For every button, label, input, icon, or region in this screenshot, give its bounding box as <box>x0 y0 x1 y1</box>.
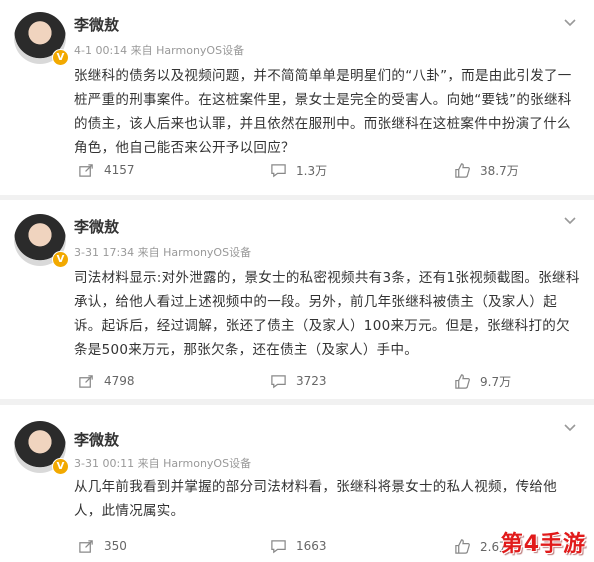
post-text: 张继科的债务以及视频问题，并不简简单单是明星们的“八卦”，而是由此引发了一桩严重… <box>74 68 572 156</box>
repost-button[interactable]: 350 <box>78 535 127 557</box>
verified-badge-icon: V <box>52 251 69 268</box>
like-button[interactable]: 9.7万 <box>454 370 511 392</box>
chevron-down-icon[interactable] <box>562 212 578 228</box>
post-meta: 4-1 00:14 来自 HarmonyOS设备 <box>74 44 245 57</box>
verified-badge-icon: V <box>52 458 69 475</box>
verified-badge-icon: V <box>52 49 69 66</box>
repost-count: 4798 <box>104 374 135 388</box>
repost-button[interactable]: 4157 <box>78 159 135 181</box>
post-card: V 李微敖 4-1 00:14 来自 HarmonyOS设备 张继科的债务以及视… <box>0 0 594 195</box>
comment-icon <box>271 539 286 553</box>
post-text: 从几年前我看到并掌握的部分司法材料看，张继科将景女士的私人视频，传给他人，此情况… <box>74 479 557 519</box>
repost-count: 4157 <box>104 163 135 177</box>
like-count: 38.7万 <box>480 163 519 178</box>
repost-button[interactable]: 4798 <box>78 370 135 392</box>
comment-button[interactable]: 1.3万 <box>270 159 327 181</box>
repost-icon <box>79 374 93 388</box>
like-icon <box>455 162 470 178</box>
repost-count: 350 <box>104 539 127 553</box>
post-card: V 李微敖 3-31 17:34 来自 HarmonyOS设备 司法材料显示:对… <box>0 200 594 399</box>
like-icon <box>455 538 470 554</box>
action-bar: 4798 3723 9.7万 <box>74 370 580 392</box>
comment-count: 1663 <box>296 539 327 553</box>
chevron-down-icon[interactable] <box>562 14 578 30</box>
post-text: 司法材料显示:对外泄露的，景女士的私密视频共有3条，还有1张视频截图。张继科承认… <box>74 270 580 358</box>
repost-icon <box>79 163 93 177</box>
repost-icon <box>79 539 93 553</box>
watermark-logo: 第4手游 <box>500 532 586 557</box>
like-count: 9.7万 <box>480 374 512 389</box>
comment-icon <box>271 374 286 388</box>
author-name[interactable]: 李微敖 <box>74 216 119 237</box>
chevron-down-icon[interactable] <box>562 419 578 435</box>
action-bar: 4157 1.3万 38.7万 <box>74 159 580 181</box>
post-meta: 3-31 17:34 来自 HarmonyOS设备 <box>74 246 252 259</box>
comment-count: 1.3万 <box>296 163 328 178</box>
comment-button[interactable]: 3723 <box>270 370 327 392</box>
like-icon <box>455 373 470 389</box>
post-meta: 3-31 00:11 来自 HarmonyOS设备 <box>74 457 252 470</box>
author-name[interactable]: 李微敖 <box>74 14 119 35</box>
like-button[interactable]: 38.7万 <box>454 159 519 181</box>
comment-button[interactable]: 1663 <box>270 535 327 557</box>
comment-icon <box>271 163 286 177</box>
author-name[interactable]: 李微敖 <box>74 429 119 450</box>
comment-count: 3723 <box>296 374 327 388</box>
